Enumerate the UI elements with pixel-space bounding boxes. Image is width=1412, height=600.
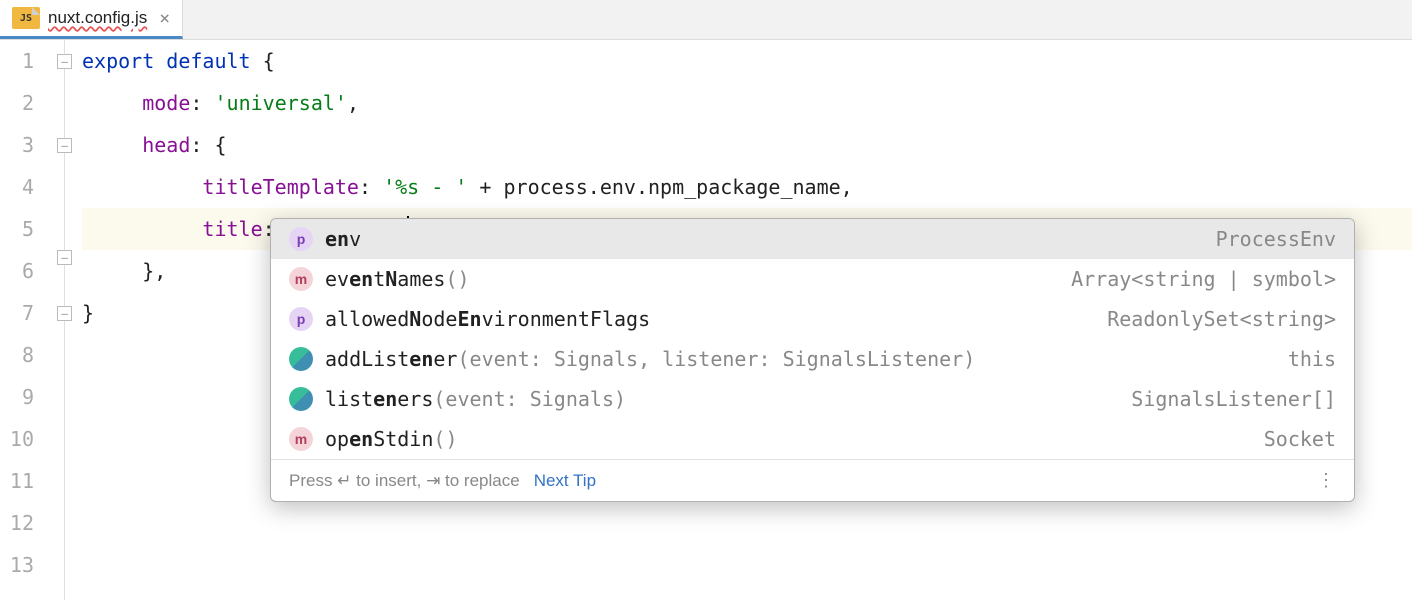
- next-tip-link[interactable]: Next Tip: [534, 471, 596, 491]
- code-line[interactable]: head: {: [82, 124, 1412, 166]
- completion-item[interactable]: penv ProcessEnv: [271, 219, 1354, 259]
- fold-icon[interactable]: –: [57, 306, 72, 321]
- more-icon[interactable]: ⋮: [1317, 470, 1336, 491]
- line-number: 4: [0, 166, 34, 208]
- tab-filename: nuxt.config.js: [48, 8, 147, 28]
- completion-type: SignalsListener[]: [1131, 387, 1336, 411]
- function-icon: [289, 387, 313, 411]
- completion-label: env: [325, 227, 1204, 251]
- fold-icon[interactable]: –: [57, 54, 72, 69]
- code-line[interactable]: mode: 'universal',: [82, 82, 1412, 124]
- line-number: 13: [0, 544, 34, 586]
- completion-label: addListener(event: Signals, listener: Si…: [325, 347, 1276, 371]
- completion-item[interactable]: p allowedNodeEnvironmentFlags ReadonlySet<…: [271, 299, 1354, 339]
- line-number: 2: [0, 82, 34, 124]
- code-line[interactable]: [82, 544, 1412, 586]
- line-number: 8: [0, 334, 34, 376]
- completion-item[interactable]: m eventNames() Array<string | symbol>: [271, 259, 1354, 299]
- completion-type: ProcessEnv: [1216, 227, 1336, 251]
- line-number: 3: [0, 124, 34, 166]
- line-number: 9: [0, 376, 34, 418]
- js-file-icon: JS: [12, 7, 40, 29]
- line-number: 6: [0, 250, 34, 292]
- method-icon: m: [289, 427, 313, 451]
- footer-hint: Press ↵ to insert, ⇥ to replace: [289, 471, 520, 491]
- code-line[interactable]: export default {: [82, 40, 1412, 82]
- code-line[interactable]: titleTemplate: '%s - ' + process.env.npm…: [82, 166, 1412, 208]
- completion-label: listeners(event: Signals): [325, 387, 1119, 411]
- line-number: 7: [0, 292, 34, 334]
- completion-type: Socket: [1264, 427, 1336, 451]
- file-tab[interactable]: JS nuxt.config.js ×: [0, 0, 183, 39]
- fold-gutter: – – – –: [50, 40, 80, 600]
- tab-bar: JS nuxt.config.js ×: [0, 0, 1412, 40]
- completion-label: openStdin(): [325, 427, 1252, 451]
- line-number: 11: [0, 460, 34, 502]
- code-line[interactable]: [82, 502, 1412, 544]
- close-icon[interactable]: ×: [159, 8, 170, 29]
- function-icon: [289, 347, 313, 371]
- completion-item[interactable]: addListener(event: Signals, listener: Si…: [271, 339, 1354, 379]
- completion-item[interactable]: m openStdin() Socket: [271, 419, 1354, 459]
- line-number: 12: [0, 502, 34, 544]
- fold-icon[interactable]: –: [57, 138, 72, 153]
- method-icon: m: [289, 267, 313, 291]
- line-number-gutter: 12345678910111213: [0, 40, 50, 600]
- completion-label: eventNames(): [325, 267, 1059, 291]
- line-number: 10: [0, 418, 34, 460]
- property-icon: p: [289, 307, 313, 331]
- line-number: 5: [0, 208, 34, 250]
- completion-type: Array<string | symbol>: [1071, 267, 1336, 291]
- completion-item[interactable]: listeners(event: Signals) SignalsListener…: [271, 379, 1354, 419]
- completion-footer: Press ↵ to insert, ⇥ to replace Next Tip ⋮: [271, 459, 1354, 501]
- completion-type: ReadonlySet<string>: [1107, 307, 1336, 331]
- line-number: 1: [0, 40, 34, 82]
- completion-label: allowedNodeEnvironmentFlags: [325, 307, 1095, 331]
- fold-icon[interactable]: –: [57, 250, 72, 265]
- autocomplete-popup: penvProcessEnvmeventNames()Array<string …: [270, 218, 1355, 502]
- property-icon: p: [289, 227, 313, 251]
- completion-type: this: [1288, 347, 1336, 371]
